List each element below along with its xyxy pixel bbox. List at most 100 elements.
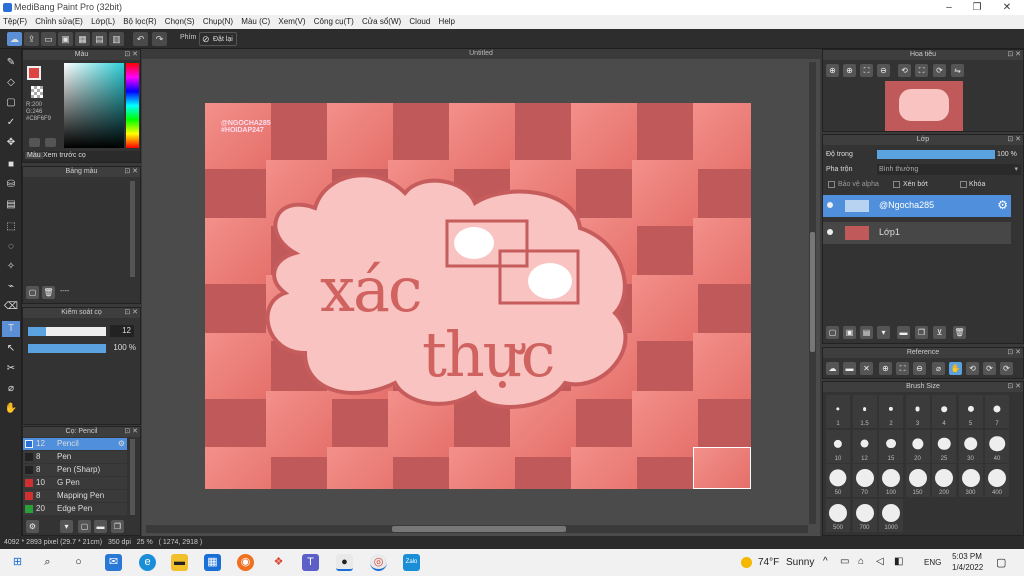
brush-size-cell[interactable]: 1000 xyxy=(879,498,903,532)
zoom-in-icon[interactable]: ⊕ xyxy=(826,64,839,77)
ref-zoom-in-icon[interactable]: ⊕ xyxy=(879,362,892,375)
visibility-icon[interactable] xyxy=(827,202,833,208)
mail-icon[interactable]: ✉ xyxy=(105,554,122,571)
battery-icon[interactable]: ▭ xyxy=(840,556,849,567)
canvas-vscroll[interactable] xyxy=(809,62,816,524)
brush-size-cell[interactable]: 4 xyxy=(932,395,956,428)
notification-icon[interactable]: ◧ xyxy=(894,556,903,567)
secondary-color-swatch[interactable] xyxy=(31,86,43,98)
brush-item[interactable]: 12 Pencil ⚙ xyxy=(23,438,127,450)
brush-size-cell[interactable]: 3 xyxy=(905,395,930,428)
brush-item[interactable]: 8 Mapping Pen xyxy=(23,490,127,502)
teams-icon[interactable]: T xyxy=(302,554,319,571)
brush-size-cell[interactable]: 12 xyxy=(852,429,877,463)
minimize-button[interactable]: – xyxy=(934,0,964,15)
brush-size-cell[interactable]: 30 xyxy=(958,429,983,463)
search-icon[interactable]: ⌕ xyxy=(39,554,56,571)
maximize-button[interactable]: ❐ xyxy=(962,0,992,15)
brush-item[interactable]: 8 Pen (Sharp) xyxy=(23,464,127,476)
clock[interactable]: 5:03 PM 1/4/2022 xyxy=(952,551,983,573)
magic-wand-icon[interactable]: ✧ xyxy=(2,259,20,275)
brush-size-cell[interactable]: 1 xyxy=(826,395,850,428)
layer-opacity-slider[interactable] xyxy=(877,150,995,159)
tab-brush-preview[interactable]: Xem trước cọ xyxy=(43,152,86,159)
brush-item[interactable]: 10 G Pen xyxy=(23,477,127,489)
divide-tool-icon[interactable]: ✂ xyxy=(2,361,20,377)
brush-size-cell[interactable]: 5 xyxy=(958,395,983,428)
menu-file[interactable]: Tệp(F) xyxy=(0,15,30,28)
ref-picker-icon[interactable]: ⌀ xyxy=(932,362,945,375)
brush-size-cell[interactable]: 20 xyxy=(905,429,930,463)
file-explorer-icon[interactable]: ▬ xyxy=(171,554,188,571)
ref-rotate-right-icon[interactable]: ⟳ xyxy=(1000,362,1013,375)
menu-window[interactable]: Cửa sổ(W) xyxy=(359,15,404,28)
brush-size-cell[interactable]: 100 xyxy=(879,464,903,497)
eyedropper-icon[interactable]: ⌀ xyxy=(2,381,20,397)
folder-icon[interactable]: ▬ xyxy=(94,520,107,533)
layer-folder-icon[interactable]: ▬ xyxy=(897,326,910,339)
brush-size-cell[interactable]: 1.5 xyxy=(852,395,877,428)
ref-close-icon[interactable]: ✕ xyxy=(860,362,873,375)
color-mode-icon[interactable] xyxy=(45,138,56,147)
panel-icon[interactable]: ▥ xyxy=(109,32,124,46)
gradient-tool-icon[interactable]: ▤ xyxy=(2,197,20,213)
redo-icon[interactable]: ↷ xyxy=(152,32,167,46)
chrome-icon[interactable]: ◎ xyxy=(370,554,387,571)
volume-icon[interactable]: ◁ xyxy=(876,556,884,567)
brush-size-slider[interactable] xyxy=(28,327,106,336)
menu-help[interactable]: Help xyxy=(436,15,458,28)
zoom-out-icon[interactable]: ⊖ xyxy=(877,64,890,77)
layer-row[interactable]: Lớp1 xyxy=(823,222,1011,244)
blend-select[interactable]: Bình thường ▾ xyxy=(877,164,1021,175)
menu-color[interactable]: Màu (C) xyxy=(238,15,273,28)
brush-size-value[interactable]: 12 xyxy=(110,325,134,337)
hue-slider[interactable] xyxy=(126,63,139,148)
brush-size-cell[interactable]: 40 xyxy=(985,429,1009,463)
hand-tool-icon[interactable]: ✋ xyxy=(2,401,20,417)
ref-reset-icon[interactable]: ⟳ xyxy=(983,362,996,375)
chat-icon[interactable]: ▣ xyxy=(58,32,73,46)
tab-color[interactable]: Màu xyxy=(25,152,43,159)
share-icon[interactable]: ⇪ xyxy=(24,32,39,46)
brush-size-cell[interactable]: 10 xyxy=(826,429,850,463)
clipping-checkbox[interactable] xyxy=(893,181,900,188)
brush-item[interactable]: 8 Pen xyxy=(23,451,127,463)
reset-button[interactable]: ⊘ Đặt lại xyxy=(199,32,237,46)
comment-icon[interactable]: ▭ xyxy=(41,32,56,46)
ref-fit-icon[interactable]: ⛶ xyxy=(896,362,909,375)
layer-row[interactable]: @Ngocha285 ⚙ xyxy=(823,195,1011,217)
fit-screen-icon[interactable]: ⛶ xyxy=(915,64,928,77)
menu-cloud[interactable]: Cloud xyxy=(406,15,433,28)
brush-size-cell[interactable]: 200 xyxy=(932,464,956,497)
brush-tool-icon[interactable]: ✎ xyxy=(2,55,20,71)
move-tool-icon[interactable]: ✥ xyxy=(2,135,20,151)
brush-size-cell[interactable]: 400 xyxy=(985,464,1009,497)
zoom-in-alt-icon[interactable]: ⊕ xyxy=(843,64,856,77)
ref-zoom-out-icon[interactable]: ⊖ xyxy=(913,362,926,375)
merge-layer-icon[interactable]: ⊻ xyxy=(933,326,946,339)
operation-tool-icon[interactable]: ↖ xyxy=(2,341,20,357)
brush-size-cell[interactable]: 2 xyxy=(879,395,903,428)
windows-start-icon[interactable]: ⊞ xyxy=(9,554,26,571)
shape-tool-icon[interactable]: ▢ xyxy=(2,95,20,111)
medibang-icon[interactable]: ● xyxy=(336,554,353,571)
brush-settings-icon[interactable]: ⚙ xyxy=(118,438,125,450)
brush-size-cell[interactable]: 500 xyxy=(826,498,850,532)
brush-size-cell[interactable]: 15 xyxy=(879,429,903,463)
grid-icon[interactable]: ▦ xyxy=(75,32,90,46)
fill-rect-icon[interactable]: ■ xyxy=(2,157,20,173)
bucket-tool-icon[interactable]: ⛁ xyxy=(2,177,20,193)
delete-brush-icon[interactable]: ❐ xyxy=(111,520,124,533)
artwork-canvas[interactable]: @NGOCHA285 #HOIDAP247 xác thực xyxy=(205,103,751,489)
menu-snap[interactable]: Chụp(N) xyxy=(200,15,236,28)
new-1bit-layer-icon[interactable]: ▤ xyxy=(860,326,873,339)
grid-alt-icon[interactable]: ▤ xyxy=(92,32,107,46)
rotate-right-icon[interactable]: ⟳ xyxy=(933,64,946,77)
layer-settings-icon[interactable]: ⚙ xyxy=(997,198,1008,212)
task-view-icon[interactable]: ○ xyxy=(70,554,87,571)
text-tool-icon[interactable]: T xyxy=(2,321,20,337)
edge-icon[interactable]: e xyxy=(139,554,156,571)
gift-icon[interactable]: ❖ xyxy=(270,554,287,571)
select-eraser-icon[interactable]: ⌫ xyxy=(2,299,20,315)
eraser-tool-icon[interactable]: ◇ xyxy=(2,75,20,91)
